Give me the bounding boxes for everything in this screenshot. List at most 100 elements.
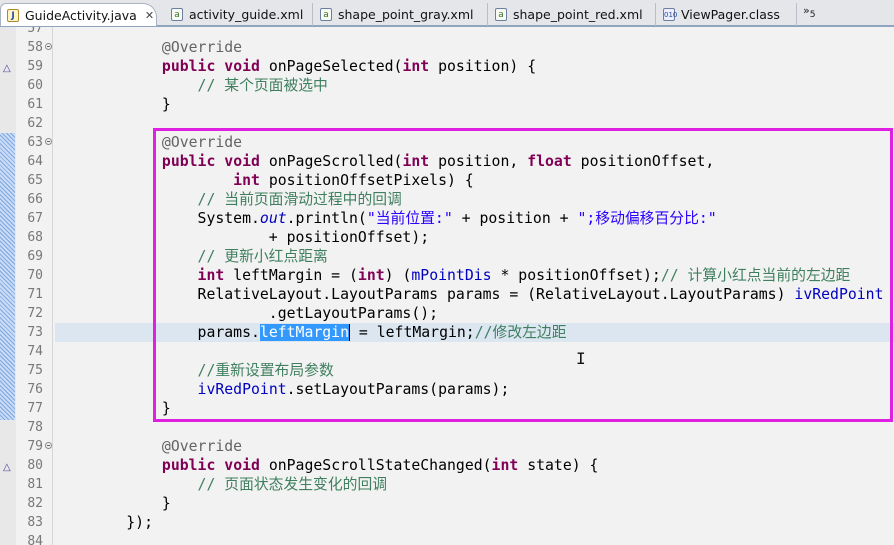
code-token: // 计算小红点当前的左边距	[660, 267, 851, 284]
code-token: void	[224, 58, 260, 75]
line-number: 84	[27, 534, 43, 545]
code-text: ivRedPoint.setLayoutParams(params);	[55, 380, 894, 399]
code-token: // 页面状态发生变化的回调	[197, 476, 388, 493]
code-line[interactable]: 63 @Override	[0, 133, 894, 152]
code-text: @Override	[55, 437, 894, 456]
code-token: state) {	[518, 457, 599, 474]
close-tab-icon[interactable]: ✕	[145, 9, 154, 22]
code-token: * positionOffset);	[491, 267, 661, 284]
code-token: + positionOffset);	[55, 229, 430, 246]
chevrons-icon: »	[803, 4, 810, 17]
code-line[interactable]: 74	[0, 342, 894, 361]
tab-shape-point-gray-xml[interactable]: a shape_point_gray.xml	[314, 3, 488, 26]
code-line[interactable]: 83 });	[0, 513, 894, 532]
code-token: public	[161, 58, 216, 75]
code-token: @Override	[161, 438, 243, 455]
code-line[interactable]: 59 △ public void onPageSelected(int posit…	[0, 57, 894, 76]
code-line[interactable]: 68 + positionOffset);	[0, 228, 894, 247]
tab-viewpager-class[interactable]: 010 ViewPager.class	[657, 3, 797, 26]
code-line[interactable]: 81 // 页面状态发生变化的回调	[0, 475, 894, 494]
code-line[interactable]: 78	[0, 418, 894, 437]
line-number: 69	[27, 249, 43, 264]
code-line[interactable]: 77 }	[0, 399, 894, 418]
code-text: + positionOffset);	[55, 228, 894, 247]
code-line[interactable]: 73 params.leftMargin = leftMargin;//修改左边…	[0, 323, 894, 342]
code-token: //重新设置布局参数	[197, 362, 334, 379]
code-line[interactable]: 82 }	[0, 494, 894, 513]
line-number: 82	[27, 496, 43, 511]
code-token: int	[357, 267, 385, 284]
fold-toggle-icon[interactable]	[45, 43, 52, 50]
code-text: System.out.println("当前位置:" + position + …	[55, 209, 894, 228]
line-number: 57	[27, 27, 43, 36]
code-token: int	[491, 457, 519, 474]
code-line[interactable]: 62	[0, 114, 894, 133]
line-number: 67	[27, 211, 43, 226]
tab-label: GuideActivity.java	[25, 7, 137, 23]
code-line[interactable]: 84	[0, 532, 894, 545]
line-number: 80	[27, 458, 43, 473]
code-token: RelativeLayout.LayoutParams params = (Re…	[55, 286, 795, 303]
code-token: = leftMargin;	[350, 324, 475, 341]
code-line[interactable]: 57	[0, 27, 894, 38]
fold-toggle-icon[interactable]	[45, 442, 52, 449]
code-token: params.	[55, 324, 260, 341]
code-line[interactable]: 67 System.out.println("当前位置:" + position…	[0, 209, 894, 228]
code-lines: 57 58 @Override 59 △ public void onPageSele…	[0, 27, 894, 545]
code-token: position,	[429, 153, 528, 170]
tab-activity-guide-xml[interactable]: a activity_guide.xml	[165, 3, 313, 26]
code-token: onPageScrollStateChanged(	[259, 457, 492, 474]
code-text: @Override	[55, 38, 894, 57]
code-token: ivRedPoint	[794, 286, 884, 303]
fold-toggle-icon[interactable]	[45, 138, 52, 145]
tab-shape-point-red-xml[interactable]: a shape_point_red.xml	[489, 3, 656, 26]
code-text: // 某个页面被选中	[55, 76, 894, 95]
line-number: 64	[27, 154, 43, 169]
code-editor[interactable]: 57 58 @Override 59 △ public void onPageSele…	[0, 27, 894, 545]
code-line[interactable]: 65 int positionOffsetPixels) {	[0, 171, 894, 190]
code-line[interactable]: 71 RelativeLayout.LayoutParams params = …	[0, 285, 894, 304]
more-tabs-button[interactable]: »5	[803, 4, 816, 20]
line-number: 66	[27, 192, 43, 207]
line-number: 58	[27, 40, 43, 55]
line-number: 65	[27, 173, 43, 188]
code-line[interactable]: 75 //重新设置布局参数	[0, 361, 894, 380]
code-token: onPageScrolled(	[259, 153, 403, 170]
code-line[interactable]: 60 // 某个页面被选中	[0, 76, 894, 95]
java-file-icon: J	[7, 8, 19, 22]
code-token: System.	[55, 210, 260, 227]
line-number: 59	[27, 59, 43, 74]
code-line[interactable]: 70 int leftMargin = (int) (mPointDis * p…	[0, 266, 894, 285]
tab-guideactivity-java[interactable]: J GuideActivity.java ✕	[0, 3, 157, 26]
code-line[interactable]: 61 }	[0, 95, 894, 114]
text-cursor-icon: I	[576, 349, 586, 368]
code-token: .println(	[286, 210, 367, 227]
code-text: @Override	[55, 133, 894, 152]
code-line[interactable]: 58 @Override	[0, 38, 894, 57]
code-token: ) (	[384, 267, 412, 284]
code-text: public void onPageScrolled(int position,…	[55, 152, 894, 171]
code-line[interactable]: 79 @Override	[0, 437, 894, 456]
code-line[interactable]: 76 ivRedPoint.setLayoutParams(params);	[0, 380, 894, 399]
code-line[interactable]: 72 .getLayoutParams();	[0, 304, 894, 323]
tab-label: shape_point_red.xml	[513, 7, 643, 22]
line-number: 61	[27, 97, 43, 112]
xml-file-icon: a	[320, 8, 332, 21]
code-line[interactable]: 64 public void onPageScrolled(int positi…	[0, 152, 894, 171]
code-line[interactable]: 80 △ public void onPageScrollStateChanged…	[0, 456, 894, 475]
line-number: 78	[27, 420, 43, 435]
code-line[interactable]: 66 // 当前页面滑动过程中的回调	[0, 190, 894, 209]
tab-label: activity_guide.xml	[189, 7, 304, 22]
code-line[interactable]: 69 // 更新小红点距离	[0, 247, 894, 266]
code-token: void	[224, 457, 260, 474]
line-number: 83	[27, 515, 43, 530]
